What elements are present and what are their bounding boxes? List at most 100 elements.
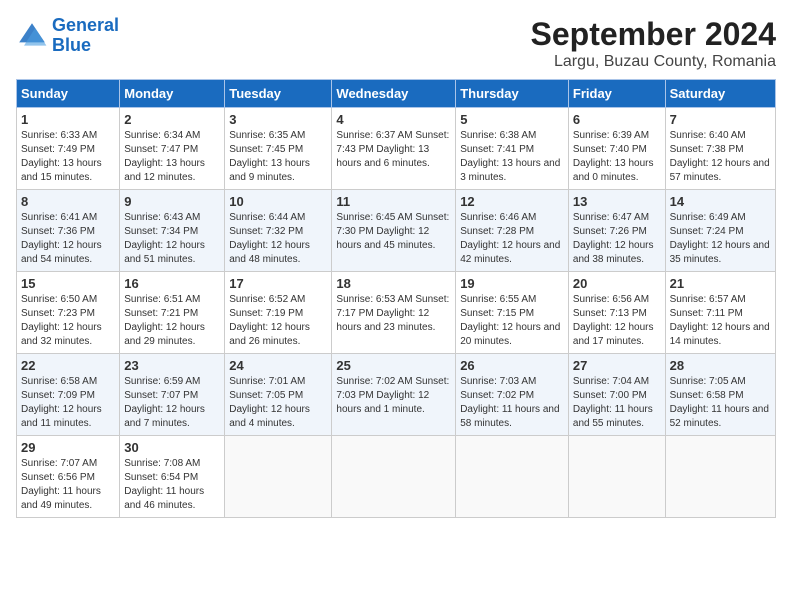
calendar-cell bbox=[456, 436, 569, 518]
calendar-cell: 15 Sunrise: 6:50 AM Sunset: 7:23 PM Dayli… bbox=[17, 272, 120, 354]
day-info: Sunrise: 6:53 AM Sunset: 7:17 PM Dayligh… bbox=[336, 293, 451, 335]
day-info: Sunrise: 6:49 AM Sunset: 7:24 PM Dayligh… bbox=[670, 211, 771, 267]
page-subtitle: Largu, Buzau County, Romania bbox=[531, 53, 776, 71]
calendar-cell: 28 Sunrise: 7:05 AM Sunset: 6:58 PM Dayli… bbox=[665, 354, 775, 436]
calendar-cell: 11 Sunrise: 6:45 AM Sunset: 7:30 PM Dayli… bbox=[332, 190, 456, 272]
day-info: Sunrise: 6:51 AM Sunset: 7:21 PM Dayligh… bbox=[124, 293, 220, 349]
calendar-week-4: 22 Sunrise: 6:58 AM Sunset: 7:09 PM Dayli… bbox=[17, 354, 776, 436]
day-number: 22 bbox=[21, 358, 115, 373]
calendar-header-friday: Friday bbox=[568, 80, 665, 108]
calendar-cell: 8Sunrise: 6:41 AM Sunset: 7:36 PM Daylig… bbox=[17, 190, 120, 272]
day-number: 24 bbox=[229, 358, 327, 373]
calendar-cell: 26 Sunrise: 7:03 AM Sunset: 7:02 PM Dayli… bbox=[456, 354, 569, 436]
day-info: Sunrise: 6:40 AM Sunset: 7:38 PM Dayligh… bbox=[670, 129, 771, 185]
calendar-cell: 3 Sunrise: 6:35 AM Sunset: 7:45 PM Daylig… bbox=[225, 108, 332, 190]
day-info: Sunrise: 6:55 AM Sunset: 7:15 PM Dayligh… bbox=[460, 293, 564, 349]
calendar-cell: 25Sunrise: 7:02 AM Sunset: 7:03 PM Dayli… bbox=[332, 354, 456, 436]
day-number: 29 bbox=[21, 440, 115, 455]
day-number: 18 bbox=[336, 276, 451, 291]
day-number: 4 bbox=[336, 112, 451, 127]
calendar-week-3: 15 Sunrise: 6:50 AM Sunset: 7:23 PM Dayli… bbox=[17, 272, 776, 354]
day-info: Sunrise: 6:52 AM Sunset: 7:19 PM Dayligh… bbox=[229, 293, 327, 349]
calendar-cell: 16 Sunrise: 6:51 AM Sunset: 7:21 PM Dayli… bbox=[120, 272, 225, 354]
page-title: September 2024 bbox=[531, 16, 776, 53]
calendar-cell: 14 Sunrise: 6:49 AM Sunset: 7:24 PM Dayli… bbox=[665, 190, 775, 272]
calendar-cell: 1Sunrise: 6:33 AM Sunset: 7:49 PM Daylig… bbox=[17, 108, 120, 190]
day-number: 9 bbox=[124, 194, 220, 209]
day-number: 23 bbox=[124, 358, 220, 373]
calendar-cell: 20 Sunrise: 6:56 AM Sunset: 7:13 PM Dayli… bbox=[568, 272, 665, 354]
calendar-header-row: SundayMondayTuesdayWednesdayThursdayFrid… bbox=[17, 80, 776, 108]
logo-text: General Blue bbox=[52, 16, 119, 56]
day-info: Sunrise: 6:35 AM Sunset: 7:45 PM Dayligh… bbox=[229, 129, 327, 185]
day-info: Sunrise: 6:39 AM Sunset: 7:40 PM Dayligh… bbox=[573, 129, 661, 185]
day-number: 28 bbox=[670, 358, 771, 373]
day-number: 30 bbox=[124, 440, 220, 455]
day-number: 13 bbox=[573, 194, 661, 209]
calendar-cell: 2 Sunrise: 6:34 AM Sunset: 7:47 PM Daylig… bbox=[120, 108, 225, 190]
day-info: Sunrise: 6:50 AM Sunset: 7:23 PM Dayligh… bbox=[21, 293, 115, 349]
day-number: 14 bbox=[670, 194, 771, 209]
day-number: 16 bbox=[124, 276, 220, 291]
day-number: 2 bbox=[124, 112, 220, 127]
day-info: Sunrise: 6:58 AM Sunset: 7:09 PM Dayligh… bbox=[21, 375, 115, 431]
day-number: 20 bbox=[573, 276, 661, 291]
day-info: Sunrise: 6:43 AM Sunset: 7:34 PM Dayligh… bbox=[124, 211, 220, 267]
day-info: Sunrise: 6:34 AM Sunset: 7:47 PM Dayligh… bbox=[124, 129, 220, 185]
day-number: 10 bbox=[229, 194, 327, 209]
day-info: Sunrise: 7:01 AM Sunset: 7:05 PM Dayligh… bbox=[229, 375, 327, 431]
day-number: 27 bbox=[573, 358, 661, 373]
day-info: Sunrise: 6:56 AM Sunset: 7:13 PM Dayligh… bbox=[573, 293, 661, 349]
day-number: 7 bbox=[670, 112, 771, 127]
calendar-cell: 21Sunrise: 6:57 AM Sunset: 7:11 PM Dayli… bbox=[665, 272, 775, 354]
calendar-header-sunday: Sunday bbox=[17, 80, 120, 108]
calendar-header-wednesday: Wednesday bbox=[332, 80, 456, 108]
day-info: Sunrise: 6:45 AM Sunset: 7:30 PM Dayligh… bbox=[336, 211, 451, 253]
calendar-cell: 22 Sunrise: 6:58 AM Sunset: 7:09 PM Dayli… bbox=[17, 354, 120, 436]
calendar-cell: 12Sunrise: 6:46 AM Sunset: 7:28 PM Dayli… bbox=[456, 190, 569, 272]
logo: General Blue bbox=[16, 16, 119, 56]
day-info: Sunrise: 7:02 AM Sunset: 7:03 PM Dayligh… bbox=[336, 375, 451, 417]
calendar-header-tuesday: Tuesday bbox=[225, 80, 332, 108]
calendar-cell: 17 Sunrise: 6:52 AM Sunset: 7:19 PM Dayli… bbox=[225, 272, 332, 354]
day-number: 5 bbox=[460, 112, 564, 127]
calendar-body: 1Sunrise: 6:33 AM Sunset: 7:49 PM Daylig… bbox=[17, 108, 776, 518]
calendar-header-monday: Monday bbox=[120, 80, 225, 108]
calendar-cell: 9 Sunrise: 6:43 AM Sunset: 7:34 PM Daylig… bbox=[120, 190, 225, 272]
day-info: Sunrise: 7:07 AM Sunset: 6:56 PM Dayligh… bbox=[21, 457, 115, 513]
day-info: Sunrise: 6:38 AM Sunset: 7:41 PM Dayligh… bbox=[460, 129, 564, 185]
day-info: Sunrise: 7:05 AM Sunset: 6:58 PM Dayligh… bbox=[670, 375, 771, 431]
day-info: Sunrise: 7:03 AM Sunset: 7:02 PM Dayligh… bbox=[460, 375, 564, 431]
day-info: Sunrise: 6:57 AM Sunset: 7:11 PM Dayligh… bbox=[670, 293, 771, 349]
day-info: Sunrise: 6:37 AM Sunset: 7:43 PM Dayligh… bbox=[336, 129, 451, 171]
calendar-week-5: 29 Sunrise: 7:07 AM Sunset: 6:56 PM Dayli… bbox=[17, 436, 776, 518]
calendar-week-2: 8Sunrise: 6:41 AM Sunset: 7:36 PM Daylig… bbox=[17, 190, 776, 272]
day-number: 15 bbox=[21, 276, 115, 291]
calendar-cell: 7 Sunrise: 6:40 AM Sunset: 7:38 PM Daylig… bbox=[665, 108, 775, 190]
calendar-cell: 23Sunrise: 6:59 AM Sunset: 7:07 PM Dayli… bbox=[120, 354, 225, 436]
day-number: 8 bbox=[21, 194, 115, 209]
day-info: Sunrise: 6:33 AM Sunset: 7:49 PM Dayligh… bbox=[21, 129, 115, 185]
day-info: Sunrise: 6:47 AM Sunset: 7:26 PM Dayligh… bbox=[573, 211, 661, 267]
day-number: 12 bbox=[460, 194, 564, 209]
day-number: 17 bbox=[229, 276, 327, 291]
title-block: September 2024 Largu, Buzau County, Roma… bbox=[531, 16, 776, 71]
day-info: Sunrise: 7:04 AM Sunset: 7:00 PM Dayligh… bbox=[573, 375, 661, 431]
logo-line1: General bbox=[52, 15, 119, 35]
calendar-cell bbox=[225, 436, 332, 518]
calendar-cell: 19Sunrise: 6:55 AM Sunset: 7:15 PM Dayli… bbox=[456, 272, 569, 354]
calendar-cell: 13 Sunrise: 6:47 AM Sunset: 7:26 PM Dayli… bbox=[568, 190, 665, 272]
day-number: 11 bbox=[336, 194, 451, 209]
day-number: 3 bbox=[229, 112, 327, 127]
calendar-cell: 29 Sunrise: 7:07 AM Sunset: 6:56 PM Dayli… bbox=[17, 436, 120, 518]
calendar-cell: 24 Sunrise: 7:01 AM Sunset: 7:05 PM Dayli… bbox=[225, 354, 332, 436]
day-number: 26 bbox=[460, 358, 564, 373]
calendar-cell: 10 Sunrise: 6:44 AM Sunset: 7:32 PM Dayli… bbox=[225, 190, 332, 272]
calendar-cell: 6Sunrise: 6:39 AM Sunset: 7:40 PM Daylig… bbox=[568, 108, 665, 190]
day-info: Sunrise: 6:44 AM Sunset: 7:32 PM Dayligh… bbox=[229, 211, 327, 267]
calendar-cell: 27 Sunrise: 7:04 AM Sunset: 7:00 PM Dayli… bbox=[568, 354, 665, 436]
calendar-cell: 30 Sunrise: 7:08 AM Sunset: 6:54 PM Dayli… bbox=[120, 436, 225, 518]
logo-line2: Blue bbox=[52, 35, 91, 55]
calendar-header-thursday: Thursday bbox=[456, 80, 569, 108]
day-info: Sunrise: 7:08 AM Sunset: 6:54 PM Dayligh… bbox=[124, 457, 220, 513]
